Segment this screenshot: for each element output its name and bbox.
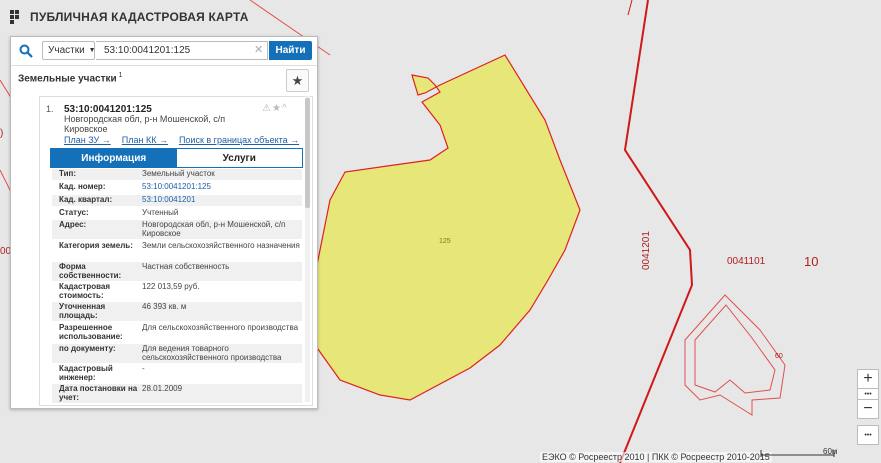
attr-row: Разрешенное использование: Для сельскохоз… xyxy=(52,323,302,342)
result-index: 1. xyxy=(46,104,54,114)
star-icon: ★ xyxy=(291,72,304,88)
close-icon[interactable]: ✕ xyxy=(254,43,263,56)
attr-value: Земельный участок xyxy=(142,169,215,178)
search-input[interactable] xyxy=(96,41,268,60)
attr-row: по документу: Для ведения товарного сельс… xyxy=(52,344,302,363)
road-boundary xyxy=(619,0,694,463)
attr-row: Тип: Земельный участок xyxy=(52,169,302,180)
attr-key: Тип: xyxy=(59,169,76,178)
attr-row: Кадастровый инженер: - xyxy=(52,364,302,383)
attr-key: Уточненная площадь: xyxy=(59,302,106,320)
parcel-60-inner xyxy=(694,304,776,394)
link-search-in-bounds[interactable]: Поиск в границах объекта → xyxy=(179,135,299,145)
attr-value: Частная собственность xyxy=(142,262,230,271)
card-actions: ⚠★^ xyxy=(262,103,288,114)
search-type-select[interactable]: Участки ▼ xyxy=(42,41,96,60)
result-links: План ЗУ → План КК → Поиск в границах объек… xyxy=(64,135,310,145)
find-button[interactable]: Найти xyxy=(269,41,312,60)
search-icon-button[interactable] xyxy=(15,41,37,61)
attr-value: Земли сельскохозяйственного назначения xyxy=(142,241,300,250)
attr-key: Адрес: xyxy=(59,220,87,229)
search-type-label: Участки xyxy=(48,45,85,56)
parcel-60 xyxy=(684,294,786,416)
search-bar: Участки ▼ ✕ Найти xyxy=(11,37,317,66)
attr-row: Кад. квартал: 53:10:0041201 xyxy=(52,195,302,206)
attr-value: 46 393 кв. м xyxy=(142,302,187,311)
section-title: Земельные участки 1 xyxy=(18,72,123,84)
zoom-in-button[interactable]: + xyxy=(857,369,879,389)
link-plan-zu[interactable]: План ЗУ → xyxy=(64,135,111,145)
scrollbar[interactable] xyxy=(305,96,310,402)
attr-value: 28.01.2009 xyxy=(142,384,183,393)
attr-value: Новгородская обл, р-н Мошенской, с/п Кир… xyxy=(142,220,286,238)
small-parcel-label: 60 xyxy=(775,353,783,360)
attr-key: Кадастровая стоимость: xyxy=(59,282,111,300)
attr-row: Адрес: Новгородская обл, р-н Мошенской, с… xyxy=(52,220,302,239)
attr-value-link[interactable]: 53:10:0041201:125 xyxy=(142,182,302,193)
favorites-button[interactable]: ★ xyxy=(286,69,309,92)
menu-button[interactable]: ••• xyxy=(857,425,879,445)
district-label: 10 xyxy=(804,254,819,269)
attr-row: Дата постановки на учет: 28.01.2009 xyxy=(52,384,302,403)
star-outline-icon[interactable]: ★ xyxy=(272,103,282,114)
attribution: ЕЭКО © Росреестр 2010 | ПКК © Росреестр … xyxy=(540,452,772,462)
warning-icon[interactable]: ⚠ xyxy=(262,103,272,114)
attr-row: Кадастровая стоимость: 122 013,59 руб. xyxy=(52,282,302,301)
section-title-text: Земельные участки xyxy=(18,73,117,85)
attr-key: Разрешенное использование: xyxy=(59,323,123,341)
chevron-up-icon[interactable]: ^ xyxy=(282,103,288,114)
attr-row: Статус: Учтенный xyxy=(52,208,302,219)
attr-key: Дата постановки на учет: xyxy=(59,384,138,402)
attr-row: Форма собственности: Частная собственност… xyxy=(52,262,302,281)
attr-key: по документу: xyxy=(59,344,116,353)
info-tabs: Информация Услуги xyxy=(50,148,303,168)
attr-key: Кадастровый инженер: xyxy=(59,364,113,382)
app-header: ПУБЛИЧНАЯ КАДАСТРОВАЯ КАРТА xyxy=(0,0,330,34)
chevron-down-icon: ▼ xyxy=(88,47,96,54)
attr-value: Для сельскохозяйственного производства xyxy=(142,323,299,332)
quarter-label-vertical: 0041201 xyxy=(641,231,652,270)
attr-key: Кад. номер: xyxy=(59,182,106,191)
result-address: Новгородская обл, р-н Мошенской, с/п Кир… xyxy=(64,114,226,134)
attr-value: - xyxy=(142,364,145,373)
scrollbar-thumb[interactable] xyxy=(305,98,310,208)
attr-value: Для ведения товарного сельскохозяйственн… xyxy=(142,344,282,362)
tab-services[interactable]: Услуги xyxy=(176,149,302,167)
road-boundary xyxy=(627,0,633,16)
attr-key: Кад. квартал: xyxy=(59,195,113,204)
search-icon xyxy=(19,44,33,58)
attr-key: Форма собственности: xyxy=(59,262,122,280)
tab-information[interactable]: Информация xyxy=(51,149,177,167)
attr-value: 122 013,59 руб. xyxy=(142,282,200,291)
edge-label: ) xyxy=(0,128,4,139)
attr-row: Уточненная площадь: 46 393 кв. м xyxy=(52,302,302,321)
attr-key: Категория земель: xyxy=(59,241,133,250)
result-count: 1 xyxy=(118,72,123,79)
attr-value-link[interactable]: 53:10:0041201 xyxy=(142,195,302,206)
quarter-label-right: 0041101 xyxy=(727,256,766,267)
attr-value: Учтенный xyxy=(142,208,179,217)
parcel-label: 125 xyxy=(439,238,451,245)
attr-row: Кад. номер: 53:10:0041201:125 xyxy=(52,182,302,193)
zoom-out-button[interactable]: − xyxy=(857,399,879,419)
link-plan-kk[interactable]: План КК → xyxy=(122,135,168,145)
app-title: ПУБЛИЧНАЯ КАДАСТРОВАЯ КАРТА xyxy=(30,10,249,24)
attr-key: Статус: xyxy=(59,208,89,217)
scale-label: 60м xyxy=(823,447,838,456)
logo-icon xyxy=(10,10,19,24)
parcel-125-shape[interactable] xyxy=(309,54,581,401)
attr-row: Категория земель: Земли сельскохозяйствен… xyxy=(52,241,302,260)
